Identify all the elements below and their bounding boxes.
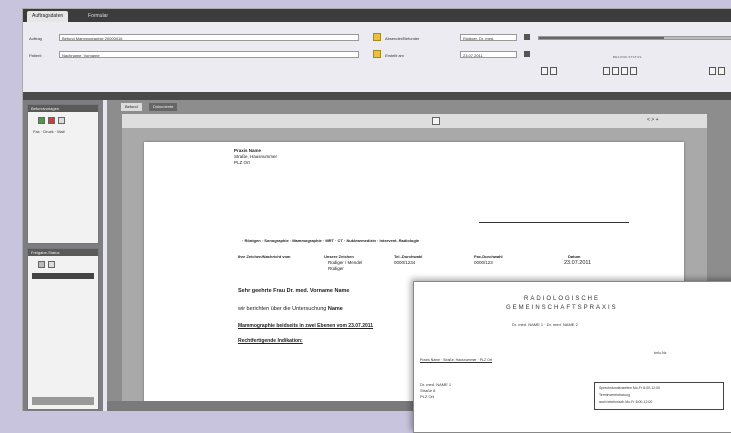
letterhead-preview: RADIOLOGISCHE GEMEINSCHAFTSPRAXIS Dr. me… — [413, 281, 731, 433]
datum-label: Erstellt am — [385, 53, 404, 58]
address-line: Praxis Name — [234, 148, 262, 153]
divider — [479, 222, 629, 223]
status-slider[interactable] — [538, 36, 731, 40]
absender-label: Absender/Befunder — [385, 36, 420, 41]
range-label: BEFUND-STATUS — [613, 55, 642, 59]
segment-button[interactable] — [709, 67, 716, 75]
service-categories: · Röntgen · Sonographie · Mammographie ·… — [242, 238, 420, 243]
page-icon[interactable] — [58, 117, 65, 124]
segment-group-3 — [709, 67, 725, 75]
release-panel-title: Freigabe-Status — [28, 249, 98, 256]
template-item[interactable]: Fax · Druck · Mail — [33, 129, 65, 134]
value-unsere: Rüdiger / Mendel — [328, 260, 363, 265]
separator-band — [23, 92, 731, 100]
segment-group-2 — [603, 67, 637, 75]
sender-line: Praxis Name · Straße, Hausnummer · PLZ O… — [420, 358, 492, 362]
salutation: Sehr geehrte Frau Dr. med. Vorname Name — [238, 288, 350, 294]
tab-formular[interactable]: Formular — [83, 11, 113, 22]
body-line-prefix: wir berichten über die Untersuchung — [238, 306, 327, 312]
office-hours-line: Terminvereinbarung — [599, 393, 630, 397]
letterhead-subtitle: GEMEINSCHAFTSPRAXIS — [506, 305, 618, 311]
recipient-line: PLZ Ort — [420, 394, 435, 399]
dropdown-icon[interactable] — [524, 34, 530, 40]
left-sidebar: Befundvorlagen Fax · Druck · Mail Freiga… — [23, 100, 103, 411]
templates-panel: Befundvorlagen Fax · Druck · Mail — [27, 104, 99, 244]
segment-button[interactable] — [612, 67, 619, 75]
release-panel: Freigabe-Status — [27, 248, 99, 410]
order-header: Auftrag Befund Mammographie 20000016 Pat… — [23, 22, 731, 92]
indication-line: Rechtfertigende Indikation: — [238, 338, 303, 344]
letterhead-title: RADIOLOGISCHE — [524, 296, 601, 302]
value-unsere: Rüdiger — [328, 266, 344, 271]
play-icon[interactable] — [38, 117, 45, 124]
tab-auftragsdaten[interactable]: Auftragsdaten — [27, 11, 69, 22]
address-line: PLZ Ort — [234, 160, 250, 165]
recipient-line: Dr. med. NAME 1 — [420, 382, 452, 387]
auftrag-field[interactable]: Befund Mammographie 20000016 — [59, 34, 359, 41]
segment-button[interactable] — [621, 67, 628, 75]
col-header-unsere: Unsere Zeichen — [324, 254, 354, 259]
col-header-fax: Fax-Durchwahl — [474, 254, 503, 259]
value-tel: 0000/1234 — [394, 260, 416, 265]
office-hours-line: auch telefonisch Mo-Fr 8:00-12:00 — [599, 400, 653, 404]
office-hours-line: Sprechstundenzeiten Mo-Fr 8:00-12:00 — [599, 386, 660, 390]
selected-row[interactable] — [32, 273, 94, 279]
value-fax: 0000/123 — [474, 260, 493, 265]
col-header-datum: Datum — [568, 254, 581, 259]
templates-panel-title: Befundvorlagen — [28, 105, 98, 112]
page-view-icon[interactable] — [432, 117, 440, 125]
col-header-sender: Ihre Zeichen/Nachricht vom — [238, 254, 291, 259]
main-tabbar: Auftragsdaten Formular — [23, 9, 731, 22]
body-line-name: Name — [327, 306, 343, 312]
col-header-tel: Tel.-Durchwahl — [394, 254, 423, 259]
close-icon[interactable] — [48, 261, 55, 268]
segment-group-1 — [541, 67, 557, 75]
segment-button[interactable] — [550, 67, 557, 75]
tab-dokumente[interactable]: Dokumente — [149, 103, 178, 111]
tab-befund[interactable]: Befund — [121, 103, 142, 111]
dropdown-icon[interactable] — [524, 51, 530, 57]
reference: Info-Nr. — [654, 350, 668, 355]
auftrag-label: Auftrag — [29, 36, 42, 41]
stop-icon[interactable] — [48, 117, 55, 124]
exam-line: Mammographie beidseits in zwei Ebenen vo… — [238, 323, 374, 329]
patient-label: Patient — [29, 53, 42, 58]
datum-field[interactable]: 23.07.2011 — [460, 51, 517, 58]
patient-field[interactable]: Nachname, Vorname — [59, 51, 359, 58]
zoom-controls[interactable]: < > + — [647, 117, 659, 123]
body-line: wir berichten über die Untersuchung Name — [238, 306, 343, 312]
segment-button[interactable] — [630, 67, 637, 75]
address-line: Straße, Hausnummer — [234, 154, 278, 159]
recipient-line: Straße 8 — [420, 388, 436, 393]
lock-icon[interactable] — [373, 50, 381, 58]
segment-button[interactable] — [718, 67, 725, 75]
absender-field[interactable]: Rüdiger, Dr. med. — [460, 34, 517, 41]
slider-fill — [539, 37, 664, 39]
segment-button[interactable] — [603, 67, 610, 75]
lock-icon[interactable] — [373, 33, 381, 41]
office-hours-box: Sprechstundenzeiten Mo-Fr 8:00-12:00 Ter… — [594, 382, 724, 410]
value-datum: 23.07.2011 — [564, 260, 592, 266]
panel-footer-button[interactable] — [32, 397, 94, 405]
segment-button[interactable] — [541, 67, 548, 75]
letterhead-doctors: Dr. med. NAME 1 · Dr. med. NAME 2 — [512, 322, 578, 327]
checkbox-icon[interactable] — [38, 261, 45, 268]
document-toolbar: < > + — [122, 114, 707, 129]
